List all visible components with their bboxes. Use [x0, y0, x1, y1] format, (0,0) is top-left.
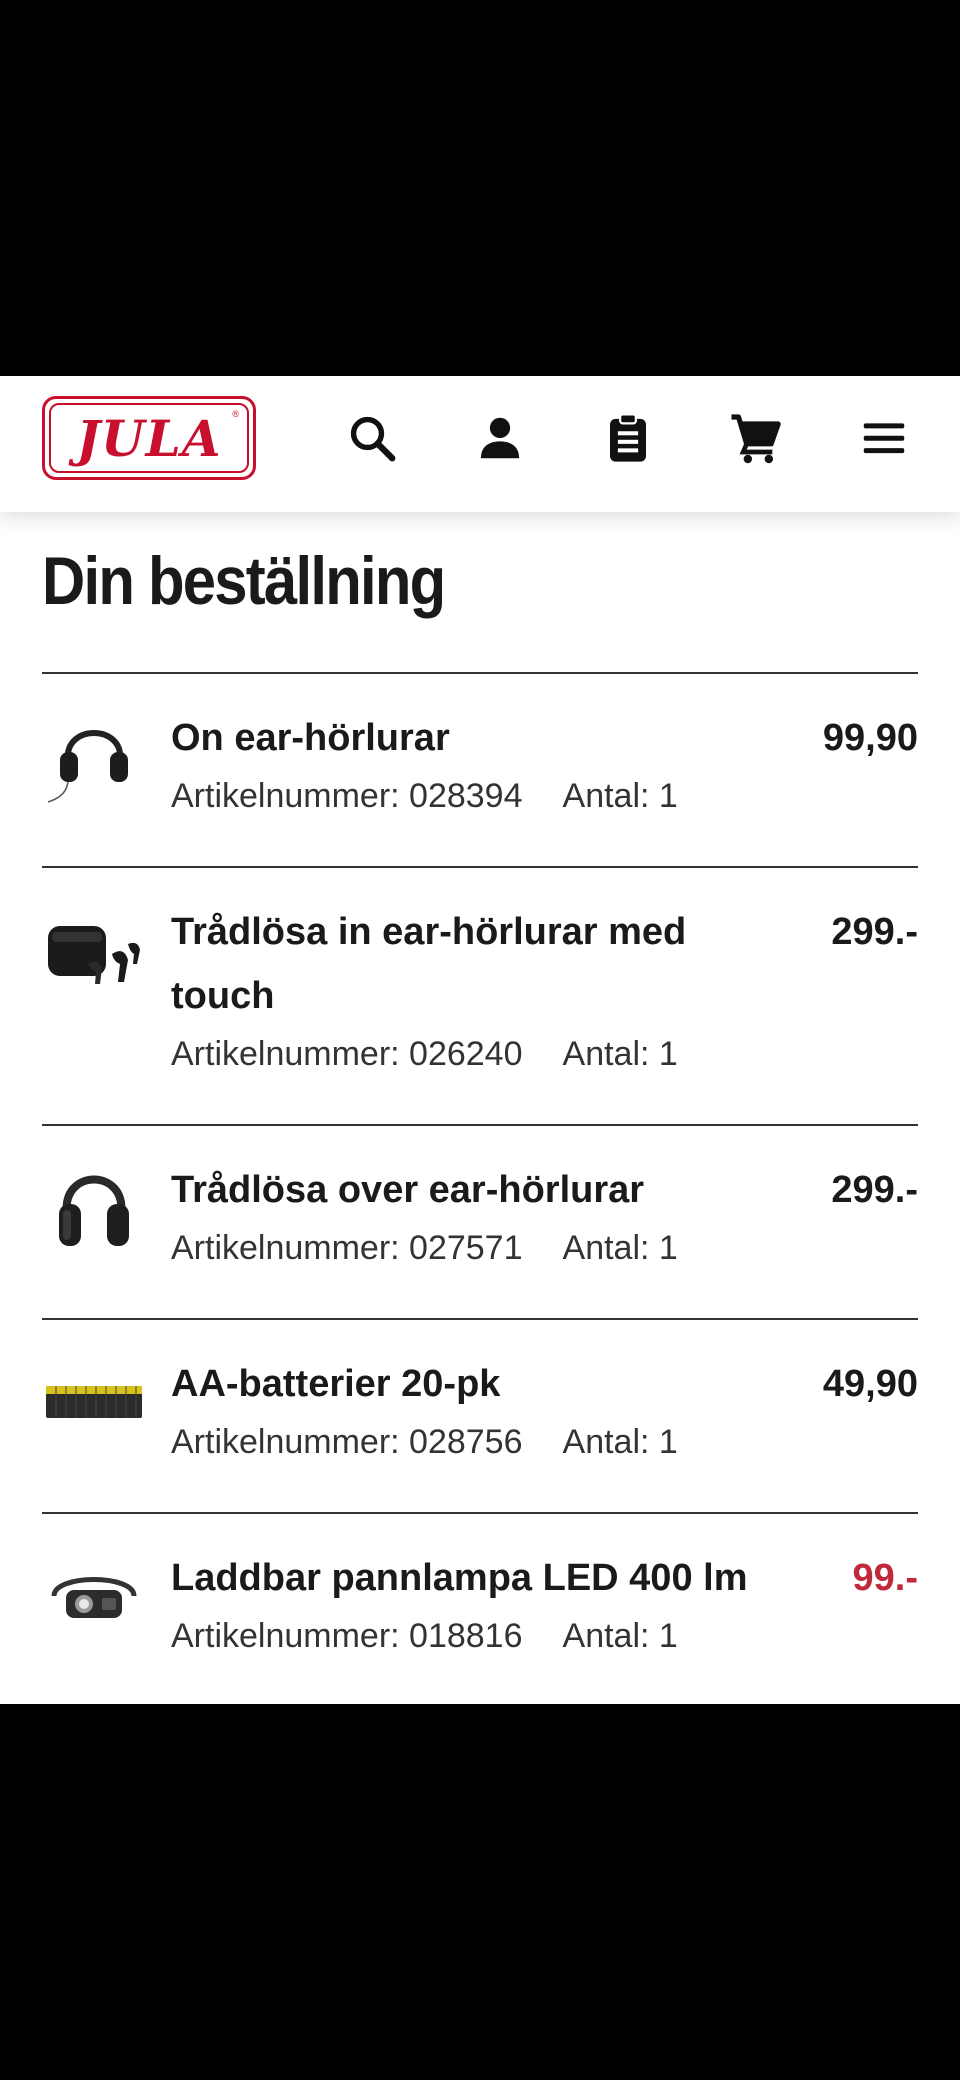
item-details: On ear-hörlurar Artikelnummer: 028394 Ant… [171, 706, 761, 822]
item-name: Laddbar pannlampa LED 400 lm [171, 1557, 748, 1599]
search-icon[interactable] [340, 406, 404, 470]
item-name: Trådlösa in ear-hörlurar med touch [171, 911, 687, 1017]
item-name: Trådlösa over ear-hörlurar [171, 1169, 645, 1211]
item-meta: Artikelnummer: 028756 Antal: 1 [171, 1416, 761, 1468]
item-article-number: Artikelnummer: 028394 [171, 777, 523, 815]
item-meta: Artikelnummer: 018816 Antal: 1 [171, 1610, 761, 1662]
page-title: Din beställning [42, 543, 446, 619]
item-quantity: Antal: 1 [562, 1617, 678, 1655]
item-meta: Artikelnummer: 026240 Antal: 1 [171, 1028, 761, 1080]
item-price: 49,90 [822, 1363, 918, 1405]
order-item[interactable]: Trådlösa in ear-hörlurar med touch Artik… [42, 866, 918, 1124]
account-icon[interactable] [468, 406, 532, 470]
logo-text: JULA [76, 408, 222, 468]
product-image-earbuds [42, 902, 146, 1006]
item-details: AA-batterier 20-pk Artikelnummer: 028756… [171, 1352, 761, 1468]
order-item[interactable]: On ear-hörlurar Artikelnummer: 028394 Ant… [42, 672, 918, 866]
item-article-number: Artikelnummer: 027571 [171, 1229, 523, 1267]
item-meta: Artikelnummer: 028394 Antal: 1 [171, 770, 761, 822]
jula-logo[interactable]: JULA ® [42, 396, 256, 480]
item-price: 299.- [831, 911, 918, 953]
app-screen: JULA ® Din beställning On ear-hörlurar A… [0, 376, 960, 1704]
order-item[interactable]: AA-batterier 20-pk Artikelnummer: 028756… [42, 1318, 918, 1512]
order-item[interactable]: Trådlösa over ear-hörlurar Artikelnummer… [42, 1124, 918, 1318]
product-image-batteries [42, 1350, 146, 1454]
clipboard-icon[interactable] [596, 406, 660, 470]
product-image-headphones [42, 704, 146, 808]
item-price: 299.- [831, 1169, 918, 1211]
order-list: On ear-hörlurar Artikelnummer: 028394 Ant… [42, 672, 918, 1702]
logo-wordmark: JULA [49, 403, 249, 473]
order-content: Din beställning On ear-hörlurar Artikeln… [0, 512, 960, 1704]
item-meta: Artikelnummer: 027571 Antal: 1 [171, 1222, 761, 1274]
cart-icon[interactable] [724, 406, 788, 470]
item-quantity: Antal: 1 [562, 777, 678, 815]
item-price: 99,90 [822, 717, 918, 759]
menu-icon[interactable] [852, 406, 916, 470]
item-details: Laddbar pannlampa LED 400 lm Artikelnumm… [171, 1546, 761, 1662]
logo-registered-mark: ® [232, 409, 239, 419]
item-article-number: Artikelnummer: 026240 [171, 1035, 523, 1073]
item-article-number: Artikelnummer: 028756 [171, 1423, 523, 1461]
item-details: Trådlösa over ear-hörlurar Artikelnummer… [171, 1158, 761, 1274]
item-name: On ear-hörlurar [171, 717, 450, 759]
product-image-wireless-headphones [42, 1156, 146, 1260]
item-quantity: Antal: 1 [562, 1229, 678, 1267]
order-item[interactable]: Laddbar pannlampa LED 400 lm Artikelnumm… [42, 1512, 918, 1702]
item-article-number: Artikelnummer: 018816 [171, 1617, 523, 1655]
item-quantity: Antal: 1 [562, 1035, 678, 1073]
item-name: AA-batterier 20-pk [171, 1363, 501, 1405]
item-quantity: Antal: 1 [562, 1423, 678, 1461]
item-details: Trådlösa in ear-hörlurar med touch Artik… [171, 900, 761, 1080]
top-navigation-bar: JULA ® [0, 376, 960, 512]
product-image-headlamp [42, 1544, 146, 1648]
item-price-sale: 99.- [852, 1557, 918, 1599]
